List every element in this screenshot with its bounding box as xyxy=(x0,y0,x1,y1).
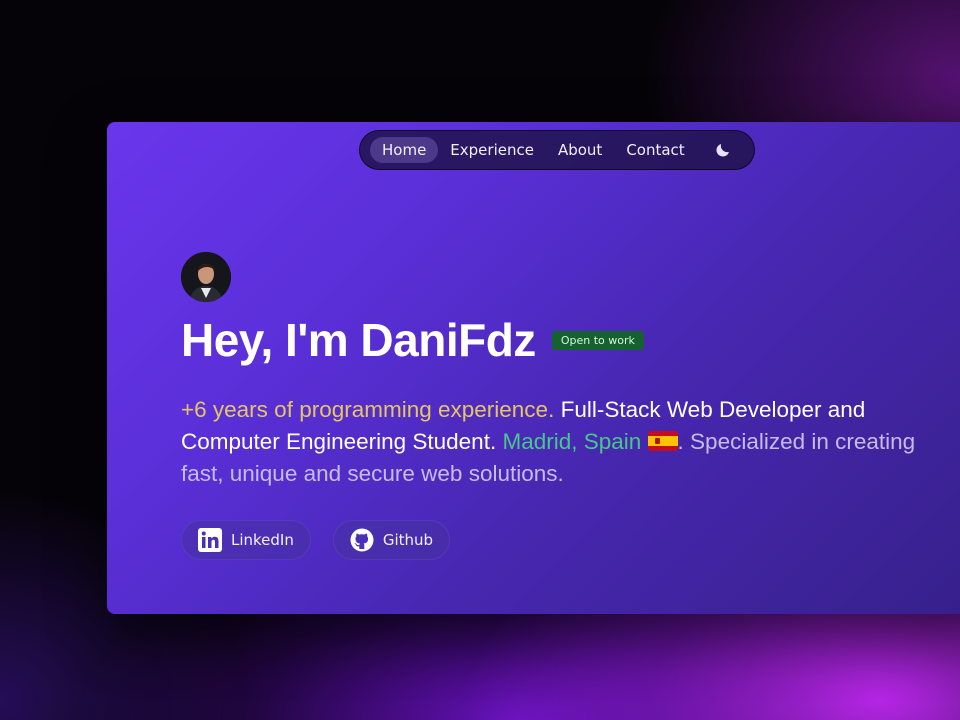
hero-description: +6 years of programming experience. Full… xyxy=(181,394,941,490)
nav-item-experience[interactable]: Experience xyxy=(438,137,546,163)
nav-item-about[interactable]: About xyxy=(546,137,614,163)
linkedin-label: LinkedIn xyxy=(231,531,294,549)
social-links: LinkedIn Github xyxy=(181,520,451,560)
github-button[interactable]: Github xyxy=(332,520,451,560)
portfolio-card: Home Experience About Contact Hey, I'm D… xyxy=(107,122,960,614)
linkedin-icon xyxy=(198,528,222,552)
spain-flag-icon xyxy=(647,431,678,451)
github-icon xyxy=(350,528,374,552)
linkedin-button[interactable]: LinkedIn xyxy=(181,520,311,560)
avatar-photo xyxy=(181,252,231,302)
location-text: Madrid, Spain xyxy=(502,429,642,454)
theme-toggle-button[interactable] xyxy=(712,139,734,161)
page-title: Hey, I'm DaniFdz xyxy=(181,314,536,366)
avatar xyxy=(181,252,231,302)
status-badge: Open to work xyxy=(551,330,644,350)
moon-icon xyxy=(716,144,729,157)
top-nav: Home Experience About Contact xyxy=(359,130,755,170)
experience-years-text: +6 years of programming experience. xyxy=(181,397,555,422)
nav-item-home[interactable]: Home xyxy=(370,137,439,163)
github-label: Github xyxy=(382,531,434,549)
nav-item-contact[interactable]: Contact xyxy=(614,137,696,163)
headline-row: Hey, I'm DaniFdz Open to work xyxy=(181,312,644,368)
